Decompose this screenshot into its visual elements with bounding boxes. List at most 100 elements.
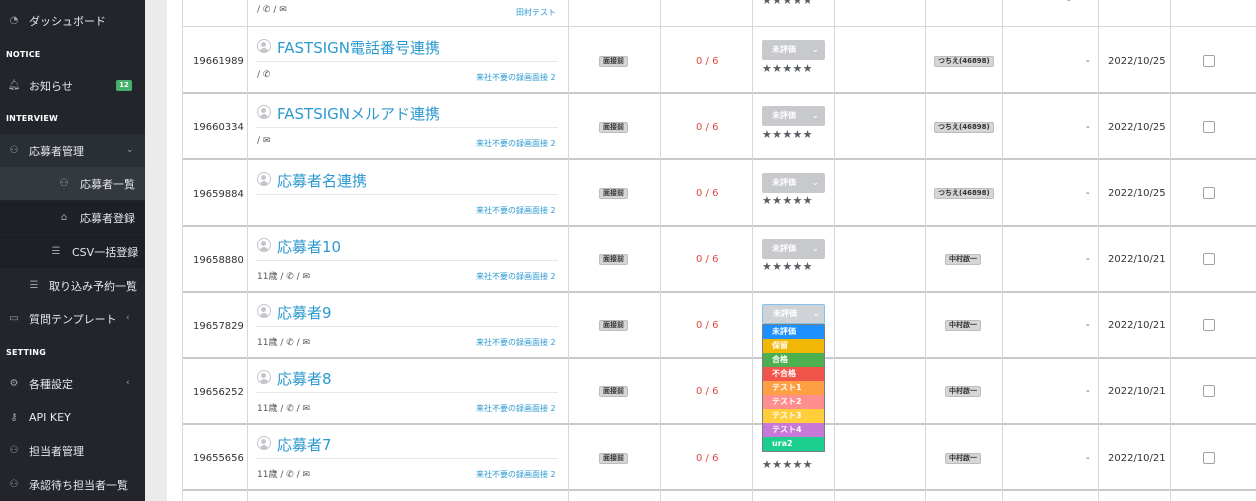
sidebar-item-applicant-mgmt[interactable]: ⚇ 応募者管理 ⌄ xyxy=(0,134,145,167)
sidebar-item-import-list[interactable]: ☰ 取り込み予約一覧 xyxy=(0,269,145,302)
list-icon: ☰ xyxy=(29,280,39,291)
applied-date: 2022/10/21 xyxy=(1108,453,1166,464)
interview-link[interactable]: 来社不要の録画面接 2 xyxy=(476,337,556,348)
applicant-name[interactable]: 応募者7 xyxy=(277,434,332,455)
answer-score: 0 / 6 xyxy=(696,320,719,331)
divider xyxy=(256,61,558,62)
answer-score: 0 / 6 xyxy=(696,254,719,265)
answer-score: 0 / 6 xyxy=(696,386,719,397)
sidebar-item-csv-register[interactable]: ☰ CSV一括登録 xyxy=(0,235,145,268)
user-icon: ⚇ xyxy=(9,479,19,490)
applicant-name[interactable]: 応募者10 xyxy=(277,236,341,257)
empty-value: - xyxy=(1086,254,1090,265)
rating-stars[interactable]: ★★★★★ xyxy=(762,260,813,273)
evaluation-select[interactable]: 未評価 ⌄ xyxy=(762,173,825,193)
mail-icon: ✉ xyxy=(260,136,271,146)
row-checkbox[interactable] xyxy=(1203,253,1215,265)
row-divider xyxy=(183,489,1256,491)
dropdown-option[interactable]: テスト3 xyxy=(763,409,824,423)
row-checkbox[interactable] xyxy=(1203,385,1215,397)
column-divider xyxy=(1098,0,1099,501)
empty-value: - xyxy=(1086,188,1090,199)
applicant-name[interactable]: 応募者名連携 xyxy=(277,170,367,191)
chevron-left-icon: ‹ xyxy=(126,378,130,388)
applied-date: 2022/10/21 xyxy=(1108,386,1166,397)
owner-badge: つちえ(46898) xyxy=(934,122,994,133)
list-icon: ☰ xyxy=(51,246,61,257)
sidebar-item-applicant-register[interactable]: ⌂ 応募者登録 xyxy=(0,201,145,234)
applied-date: 2022/10/25 xyxy=(1108,188,1166,199)
sidebar-item-staff-mgmt[interactable]: ⚇ 担当者管理 xyxy=(0,434,145,467)
mail-icon: ✉ xyxy=(299,404,311,414)
sidebar: ◔ ダッシュボード NOTICE 🔔︎ お知らせ 12 INTERVIEW ⚇ … xyxy=(0,0,145,501)
evaluation-select[interactable]: 未評価 ⌄ xyxy=(762,40,825,60)
users-icon: ⚇ xyxy=(9,145,19,156)
applicant-id: 19655656 xyxy=(193,453,244,464)
dropdown-option[interactable]: 不合格 xyxy=(763,367,824,381)
rating-stars[interactable]: ★★★★★ xyxy=(762,194,813,207)
sidebar-item-question-template[interactable]: ▭ 質問テンプレート ‹ xyxy=(0,302,145,335)
row-checkbox[interactable] xyxy=(1203,187,1215,199)
answer-score: 0 / 6 xyxy=(696,453,719,464)
sidebar-item-settings[interactable]: ⚙ 各種設定 ‹ xyxy=(0,367,145,400)
interview-link[interactable]: 来社不要の録画面接 2 xyxy=(476,138,556,149)
chevron-left-icon: ‹ xyxy=(126,313,130,323)
interview-link[interactable]: 来社不要の録画面接 2 xyxy=(476,403,556,414)
interview-link[interactable]: 来社不要の録画面接 2 xyxy=(476,205,556,216)
sidebar-item-applicant-list[interactable]: ⚇ 応募者一覧 xyxy=(0,167,145,200)
row-checkbox[interactable] xyxy=(1203,121,1215,133)
dropdown-option[interactable]: テスト4 xyxy=(763,423,824,437)
rating-stars[interactable]: ★★★★★ xyxy=(762,458,813,471)
dropdown-option[interactable]: 合格 xyxy=(763,353,824,367)
dropdown-option[interactable]: 未評価 xyxy=(763,325,824,339)
chevron-down-icon: ⌄ xyxy=(126,145,134,155)
dropdown-option[interactable]: 保留 xyxy=(763,339,824,353)
phone-icon: ✆ xyxy=(260,70,271,80)
row-divider xyxy=(183,92,1256,94)
sidebar-item-notice[interactable]: 🔔︎ お知らせ 12 xyxy=(0,69,145,102)
message-icon: ▭ xyxy=(9,313,19,324)
chevron-down-icon: ⌄ xyxy=(812,111,819,120)
dropdown-option[interactable]: ura2 xyxy=(763,437,824,451)
row-checkbox[interactable] xyxy=(1203,319,1215,331)
evaluation-select[interactable]: 未評価 ⌄ xyxy=(762,304,825,324)
row-checkbox[interactable] xyxy=(1203,452,1215,464)
user-icon: ⚇ xyxy=(9,445,19,456)
user-icon: ⚇ xyxy=(59,178,69,189)
phone-icon: ✆ xyxy=(283,404,297,414)
evaluation-select[interactable]: 未評価 ⌄ xyxy=(762,106,825,126)
divider xyxy=(256,127,558,128)
applicant-name[interactable]: FASTSIGNメルアド連携 xyxy=(277,103,440,124)
dropdown-option[interactable]: テスト1 xyxy=(763,381,824,395)
sidebar-item-pending-staff[interactable]: ⚇ 承認待ち担当者一覧 xyxy=(0,468,145,501)
phone-icon: ✆ xyxy=(283,338,297,348)
rating-stars[interactable]: ★★★★★ xyxy=(762,62,813,75)
applicant-name[interactable]: 応募者9 xyxy=(277,302,332,323)
applicant-name[interactable]: FASTSIGN電話番号連携 xyxy=(277,37,440,58)
rating-stars[interactable]: ★★★★★ xyxy=(762,128,813,141)
rating-stars[interactable]: ★★★★★ xyxy=(762,0,813,7)
column-divider xyxy=(1170,0,1171,501)
row-divider xyxy=(183,225,1256,227)
stage-badge: 面接前 xyxy=(599,320,628,331)
interview-link[interactable]: 来社不要の録画面接 2 xyxy=(476,72,556,83)
applicant-name[interactable]: 応募者8 xyxy=(277,368,332,389)
applicant-id: 19661989 xyxy=(193,56,244,67)
tag-icon: ⌂ xyxy=(60,212,68,223)
evaluation-select[interactable]: 未評価 ⌄ xyxy=(762,239,825,259)
sidebar-item-dashboard[interactable]: ◔ ダッシュボード xyxy=(0,4,145,37)
column-divider xyxy=(660,0,661,501)
interview-link[interactable]: 来社不要の録画面接 2 xyxy=(476,271,556,282)
row-checkbox[interactable] xyxy=(1203,55,1215,67)
applicant-id: 19656252 xyxy=(193,387,244,398)
chevron-down-icon: ⌄ xyxy=(812,244,819,253)
dropdown-option[interactable]: テスト2 xyxy=(763,395,824,409)
column-divider xyxy=(247,0,248,501)
interview-link[interactable]: 来社不要の録画面接 2 xyxy=(476,469,556,480)
sidebar-item-api-key[interactable]: ⚷ API KEY xyxy=(0,401,145,434)
interview-link[interactable]: 田村テスト xyxy=(516,7,556,18)
applicant-meta: 11歳 / ✆ / ✉ xyxy=(257,404,311,414)
stage-badge: 面接前 xyxy=(599,386,628,397)
column-divider xyxy=(1002,0,1003,501)
person-icon xyxy=(257,238,271,252)
